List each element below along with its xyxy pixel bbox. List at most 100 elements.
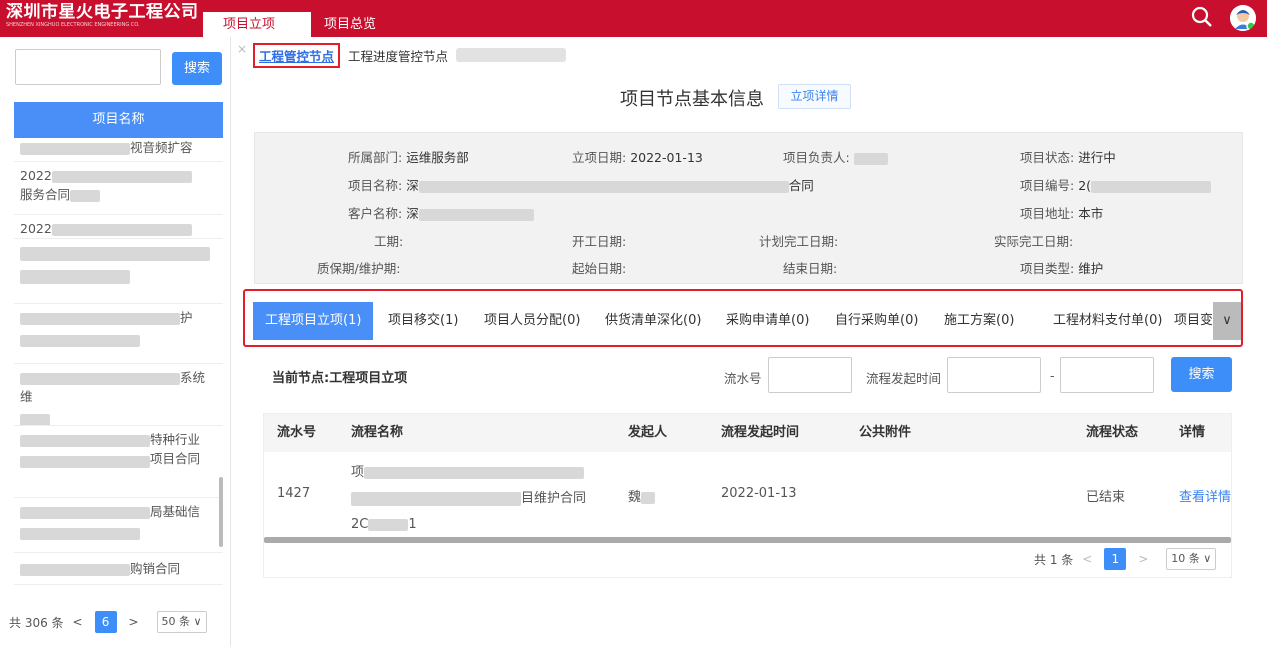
project-sidebar: 搜索 项目名称 视音频扩容 2022 服务合同 2022 护 系统维 特种行业 … bbox=[0, 37, 231, 646]
total-count: 共 1 条 bbox=[1034, 552, 1074, 567]
redacted-text bbox=[51, 223, 192, 236]
tab-label: 项目总览 bbox=[324, 17, 377, 32]
redacted-text bbox=[20, 312, 180, 325]
node-tab-material-payment[interactable]: 工程材料支付单(0) bbox=[1053, 302, 1162, 340]
column-header: 流程名称 bbox=[351, 425, 404, 440]
list-item[interactable]: 购销合同 bbox=[14, 553, 223, 585]
end-time-input[interactable] bbox=[1060, 357, 1154, 393]
info-address: 项目地址: 本市 bbox=[1020, 206, 1104, 221]
top-bar: 深圳市星火电子工程公司 SHENZHEN XINGHUO ELECTRONIC … bbox=[0, 0, 1267, 56]
company-name-en: SHENZHEN XINGHUO ELECTRONIC ENGINEERING … bbox=[6, 22, 140, 28]
redacted-text bbox=[20, 372, 180, 385]
prev-page-button[interactable]: < bbox=[69, 615, 87, 629]
node-tab-project-change[interactable]: 项目变 bbox=[1174, 302, 1212, 340]
user-avatar-icon[interactable] bbox=[1230, 5, 1256, 31]
list-item-text: 特种行业 bbox=[150, 432, 201, 447]
node-tab-project-approval[interactable]: 工程项目立项(1) bbox=[253, 302, 374, 340]
sidebar-search-input[interactable] bbox=[15, 49, 161, 85]
redacted-text bbox=[20, 563, 130, 576]
start-time-input[interactable] bbox=[947, 357, 1041, 393]
list-item-text: 服务合同 bbox=[20, 187, 71, 202]
tab-engineering-control-nodes[interactable]: 工程管控节点 bbox=[253, 42, 341, 68]
sidebar-search-button[interactable]: 搜索 bbox=[172, 52, 222, 85]
redacted-text bbox=[20, 334, 140, 347]
info-project-name: 项目名称: 深合同 bbox=[348, 178, 814, 193]
sidebar-scrollbar[interactable] bbox=[219, 477, 223, 547]
filter-search-button[interactable]: 搜索 bbox=[1171, 357, 1232, 392]
company-logo: 深圳市星火电子工程公司 SHENZHEN XINGHUO ELECTRONIC … bbox=[0, 0, 200, 37]
next-page-button[interactable]: > bbox=[125, 615, 143, 629]
list-item[interactable]: 特种行业 项目合同 bbox=[14, 426, 223, 498]
redacted-text bbox=[351, 491, 521, 506]
redacted-text bbox=[456, 48, 567, 62]
tab-project-overview[interactable]: 项目总览 bbox=[310, 12, 390, 37]
redacted-text bbox=[20, 434, 150, 447]
redacted-text bbox=[51, 170, 192, 183]
node-tab-staff-assign[interactable]: 项目人员分配(0) bbox=[484, 302, 580, 340]
info-start-date: 开工日期: bbox=[572, 234, 627, 249]
redacted-text bbox=[418, 208, 534, 221]
column-header: 详情 bbox=[1179, 425, 1206, 440]
info-plan-end-date: 计划完工日期: bbox=[759, 234, 839, 249]
node-tab-construction-plan[interactable]: 施工方案(0) bbox=[944, 302, 1014, 340]
project-detail-button[interactable]: 立项详情 bbox=[778, 84, 851, 109]
redacted-text bbox=[368, 518, 409, 531]
column-header: 公共附件 bbox=[859, 425, 912, 440]
redacted-text bbox=[20, 142, 130, 155]
list-item-text: 局基础信 bbox=[150, 504, 201, 519]
tab-label: 项目立项 bbox=[223, 17, 276, 32]
list-item[interactable]: 系统维 bbox=[14, 364, 223, 426]
sidebar-pagination: 共 306 条 < 6 > 50 条 ∨ bbox=[9, 610, 207, 634]
list-item[interactable]: 2022 bbox=[14, 215, 223, 239]
list-item-text: 2022 bbox=[20, 221, 52, 236]
search-icon[interactable] bbox=[1191, 6, 1213, 28]
view-detail-link[interactable]: 查看详情 bbox=[1179, 486, 1231, 505]
prev-page-button[interactable]: < bbox=[1078, 552, 1096, 566]
info-warranty: 质保期/维护期: bbox=[317, 261, 401, 276]
table-scrollbar[interactable] bbox=[264, 537, 1231, 543]
next-page-button[interactable]: > bbox=[1134, 552, 1152, 566]
node-tab-handover[interactable]: 项目移交(1) bbox=[388, 302, 458, 340]
node-tab-self-purchase[interactable]: 自行采购单(0) bbox=[835, 302, 918, 340]
page-size-select[interactable]: 10 条 ∨ bbox=[1166, 548, 1217, 570]
redacted-text bbox=[418, 180, 789, 193]
list-item[interactable]: 2022 服务合同 bbox=[14, 162, 223, 215]
current-page[interactable]: 1 bbox=[1104, 548, 1127, 570]
page-size-select[interactable]: 50 条 ∨ bbox=[156, 611, 207, 633]
list-item[interactable]: 护 bbox=[14, 304, 223, 364]
page-title: 项目节点基本信息 bbox=[620, 89, 764, 110]
range-dash: - bbox=[1050, 368, 1055, 383]
tab-project-approval[interactable]: 项目立项× bbox=[203, 12, 311, 56]
serial-input[interactable] bbox=[768, 357, 852, 393]
project-list: 视音频扩容 2022 服务合同 2022 护 系统维 特种行业 项目合同 局基础… bbox=[14, 138, 223, 598]
serial-label: 流水号 bbox=[724, 371, 762, 386]
redacted-text bbox=[20, 527, 140, 540]
redacted-text bbox=[853, 152, 888, 165]
time-label: 流程发起时间 bbox=[866, 371, 942, 386]
list-item[interactable]: 视音频扩容 bbox=[14, 138, 223, 162]
project-info-panel: 所属部门: 运维服务部 立项日期: 2022-01-13 项目负责人: 项目状态… bbox=[254, 132, 1243, 284]
cell-initiator: 魏 bbox=[628, 486, 656, 505]
list-item[interactable] bbox=[14, 239, 223, 304]
info-date: 立项日期: 2022-01-13 bbox=[572, 150, 703, 165]
node-tab-supply-list[interactable]: 供货清单深化(0) bbox=[605, 302, 701, 340]
chevron-down-icon[interactable]: ∨ bbox=[1213, 302, 1241, 340]
redacted-text bbox=[641, 491, 656, 504]
list-item[interactable]: 局基础信 bbox=[14, 498, 223, 553]
column-header: 流程发起时间 bbox=[721, 425, 800, 440]
table-header: 流水号 流程名称 发起人 流程发起时间 公共附件 流程状态 详情 bbox=[264, 414, 1231, 452]
tab-progress-control-nodes[interactable]: 工程进度管控节点 bbox=[348, 46, 448, 65]
redacted-text bbox=[1091, 180, 1212, 193]
cell-time: 2022-01-13 bbox=[721, 486, 797, 501]
info-finish-date: 结束日期: bbox=[783, 261, 838, 276]
node-tab-purchase-request[interactable]: 采购申请单(0) bbox=[726, 302, 809, 340]
current-node-label: 当前节点:工程项目立项 bbox=[272, 371, 408, 386]
list-item-text: 护 bbox=[180, 310, 193, 325]
node-tabs: 工程项目立项(1) 项目移交(1) 项目人员分配(0) 供货清单深化(0) 采购… bbox=[243, 289, 1243, 347]
redacted-text bbox=[70, 189, 101, 202]
current-page[interactable]: 6 bbox=[94, 611, 117, 633]
list-item-text: 购销合同 bbox=[130, 561, 181, 576]
info-type: 项目类型: 维护 bbox=[1020, 261, 1104, 276]
info-dept: 所属部门: 运维服务部 bbox=[348, 150, 469, 165]
table-pagination: 共 1 条 < 1 > 10 条 ∨ bbox=[1034, 548, 1217, 570]
